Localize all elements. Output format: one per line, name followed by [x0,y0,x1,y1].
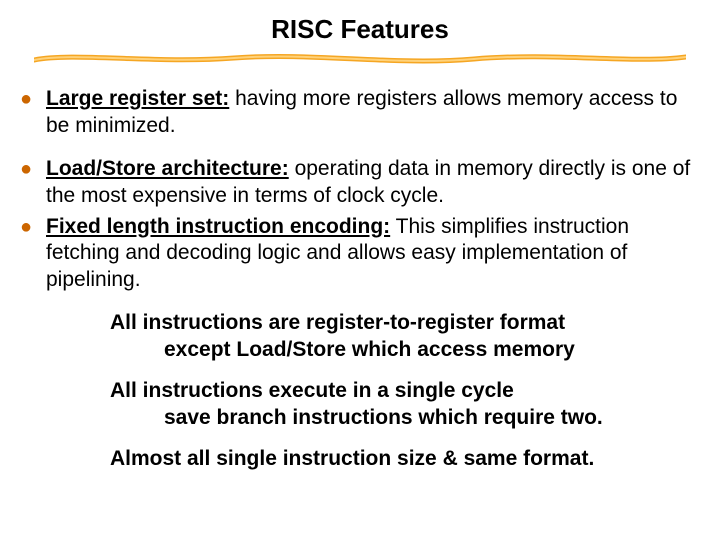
bullet-text: Large register set: having more register… [42,86,700,140]
sub-line-indent: save branch instructions which require t… [110,405,700,432]
bullet-item: ● Large register set: having more regist… [20,86,700,140]
sub-line: All instructions are register-to-registe… [110,310,700,337]
page-title: RISC Features [271,14,449,45]
sub-note: All instructions are register-to-registe… [110,310,700,364]
bullet-icon: ● [20,86,42,113]
slide: RISC Features ● Large register set: havi… [0,0,720,540]
title-wrap: RISC Features [0,14,720,45]
bullet-icon: ● [20,214,42,241]
content-area: ● Large register set: having more regist… [20,86,700,473]
bullet-term: Large register set: [46,87,229,110]
bullet-text: Load/Store architecture: operating data … [42,156,700,210]
sub-note: Almost all single instruction size & sam… [110,446,700,473]
bullet-icon: ● [20,156,42,183]
sub-line: All instructions execute in a single cyc… [110,378,700,405]
bullet-term: Load/Store architecture: [46,157,289,180]
sub-line: Almost all single instruction size & sam… [110,446,700,473]
bullet-term: Fixed length instruction encoding: [46,215,390,238]
sub-line-indent: except Load/Store which access memory [110,337,700,364]
bullet-item: ● Load/Store architecture: operating dat… [20,156,700,210]
bullet-item: ● Fixed length instruction encoding: Thi… [20,214,700,295]
bullet-text: Fixed length instruction encoding: This … [42,214,700,295]
sub-note: All instructions execute in a single cyc… [110,378,700,432]
title-underline [34,50,686,68]
